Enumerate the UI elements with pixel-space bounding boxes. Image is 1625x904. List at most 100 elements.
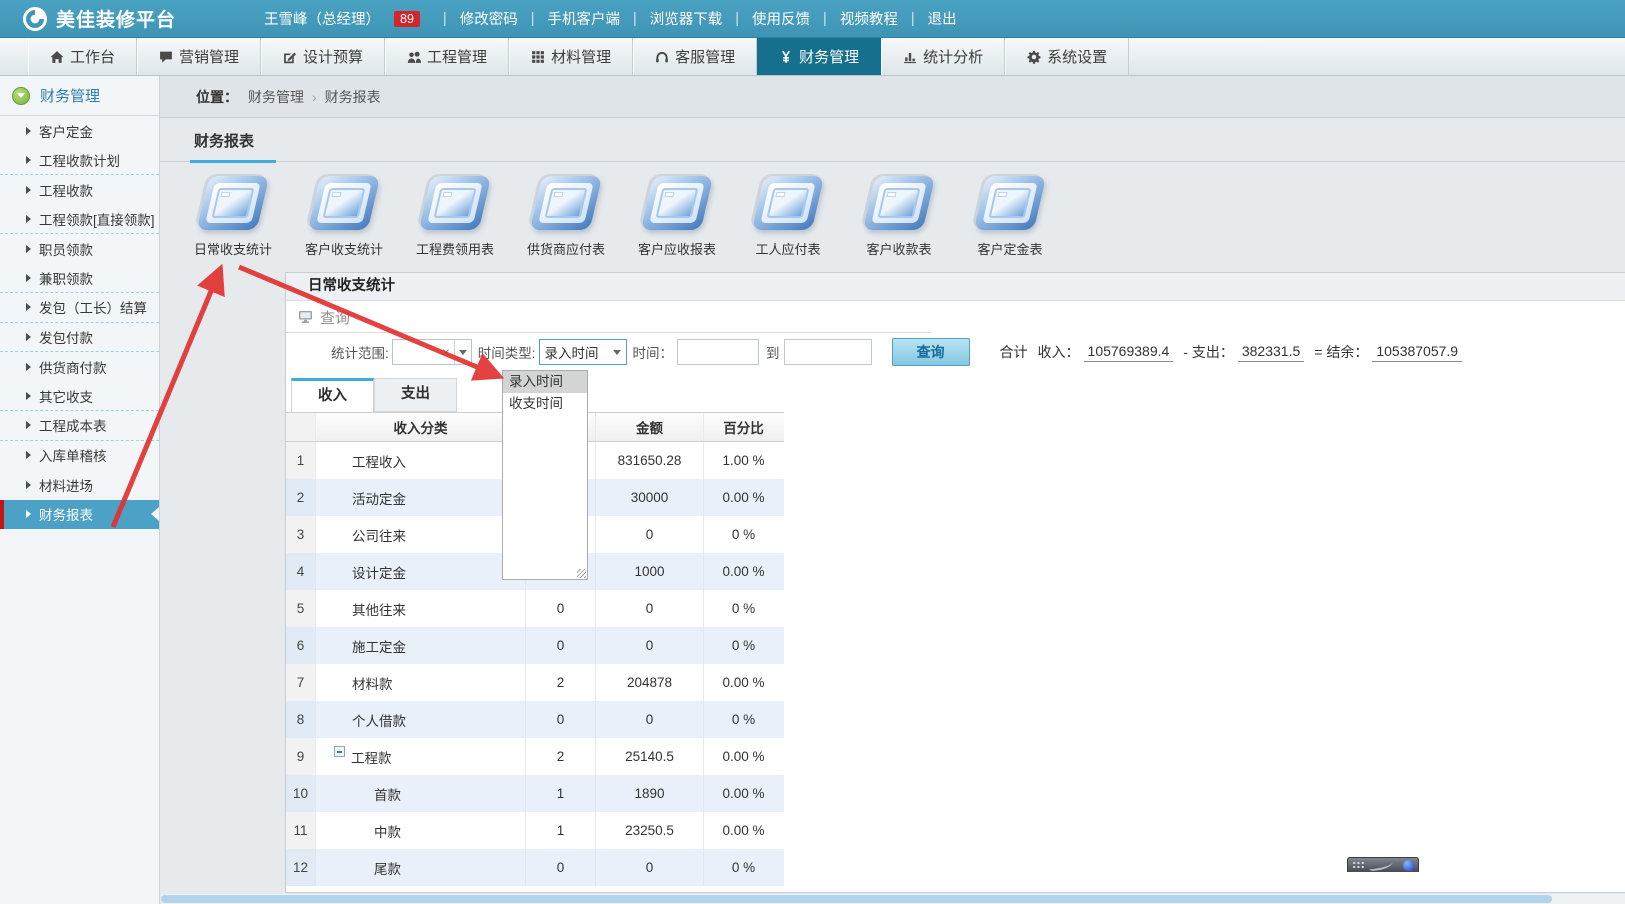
caret-right-icon xyxy=(26,127,31,135)
grid-icon xyxy=(531,50,545,64)
balance-label: = 结余： xyxy=(1314,342,1368,362)
report-supplier-payable[interactable]: 供货商应付表 xyxy=(521,176,611,258)
gear-icon xyxy=(1027,50,1041,64)
link-change-password[interactable]: 修改密码 xyxy=(460,8,518,29)
tab-design-budget[interactable]: 设计预算 xyxy=(261,38,385,75)
link-video-tutorial[interactable]: 视频教程 xyxy=(840,8,898,29)
to-label: 到 xyxy=(766,342,780,362)
sidebar-item-cost-table[interactable]: 工程成本表 xyxy=(0,411,159,441)
sidebar-item-finance-report[interactable]: 财务报表 xyxy=(0,500,159,530)
collapse-circle-icon xyxy=(12,87,30,105)
time-from-input[interactable] xyxy=(677,339,759,365)
sidebar-item-material-entry[interactable]: 材料进场 xyxy=(0,470,159,500)
notification-badge[interactable]: 89 xyxy=(394,11,420,27)
link-mobile-client[interactable]: 手机客户端 xyxy=(547,8,620,29)
tab-label: 系统设置 xyxy=(1047,46,1107,67)
report-customer-inout[interactable]: 客户收支统计 xyxy=(299,176,389,258)
table-row[interactable]: 8个人借款000 % xyxy=(286,701,784,738)
resize-handle[interactable] xyxy=(577,569,586,578)
link-divider: | xyxy=(735,11,739,27)
report-worker-payable[interactable]: 工人应付表 xyxy=(743,176,833,258)
table-row[interactable]: 11中款123250.50.00 % xyxy=(286,812,784,849)
breadcrumb: 位置： 财务管理 › 财务报表 xyxy=(160,76,1625,118)
dropdown-caret[interactable] xyxy=(454,340,471,364)
collapse-minus-icon[interactable] xyxy=(334,746,345,757)
brand-title: 美佳装修平台 xyxy=(56,5,176,32)
category-label: 工程款 xyxy=(351,747,392,767)
income-label: 收入： xyxy=(1038,342,1080,362)
link-logout[interactable]: 退出 xyxy=(928,8,957,29)
caret-right-icon xyxy=(26,451,31,459)
option-inout-time[interactable]: 收支时间 xyxy=(503,393,587,415)
report-icon xyxy=(863,176,935,230)
scope-combobox[interactable]: × xyxy=(392,339,472,365)
table-row[interactable]: 5其他往来000 % xyxy=(286,590,784,627)
swoosh-icon xyxy=(1369,859,1394,871)
link-feedback[interactable]: 使用反馈 xyxy=(752,8,810,29)
query-button[interactable]: 查询 xyxy=(892,338,970,366)
tab-statistics[interactable]: 统计分析 xyxy=(881,38,1005,75)
floating-toolbar[interactable] xyxy=(1347,857,1419,872)
yen-icon xyxy=(779,50,793,64)
report-customer-receivable[interactable]: 客户应收报表 xyxy=(632,176,722,258)
dropdown-caret[interactable] xyxy=(609,340,626,364)
sidebar-item-staff-draw[interactable]: 职员领款 xyxy=(0,234,159,264)
sidebar-item-label: 工程收款计划 xyxy=(39,150,120,170)
tab-finance[interactable]: 财务管理 xyxy=(757,38,881,75)
tab-customer-service[interactable]: 客服管理 xyxy=(633,38,757,75)
sidebar-item-customer-deposit[interactable]: 客户定金 xyxy=(0,116,159,146)
breadcrumb-finance[interactable]: 财务管理 xyxy=(248,87,304,107)
grid-dots-icon xyxy=(1352,861,1365,869)
report-label: 工人应付表 xyxy=(743,239,833,258)
headset-icon xyxy=(655,50,669,64)
report-project-fee[interactable]: 工程费领用表 xyxy=(410,176,500,258)
scrollbar-thumb[interactable] xyxy=(161,895,1552,903)
sidebar-item-label: 材料进场 xyxy=(39,475,93,495)
tab-marketing[interactable]: 营销管理 xyxy=(137,38,261,75)
table-row[interactable]: 6施工定金000 % xyxy=(286,627,784,664)
table-row[interactable]: 10首款118900.00 % xyxy=(286,775,784,812)
caret-right-icon xyxy=(26,481,31,489)
link-browser-download[interactable]: 浏览器下载 xyxy=(650,8,723,29)
time-to-input[interactable] xyxy=(784,339,872,365)
sidebar-item-other-inout[interactable]: 其它收支 xyxy=(0,382,159,412)
tab-materials[interactable]: 材料管理 xyxy=(509,38,633,75)
sidebar-item-contract-payment[interactable]: 发包付款 xyxy=(0,323,159,353)
tab-project[interactable]: 工程管理 xyxy=(385,38,509,75)
table-row[interactable]: 7材料款22048780.00 % xyxy=(286,664,784,701)
sidebar-item-project-receipt[interactable]: 工程收款 xyxy=(0,175,159,205)
time-type-dropdown: 录入时间 收支时间 xyxy=(502,370,588,580)
clear-icon[interactable]: × xyxy=(438,345,454,360)
tab-workbench[interactable]: 工作台 xyxy=(28,38,137,75)
tab-settings[interactable]: 系统设置 xyxy=(1005,38,1129,75)
sidebar-item-inbound-audit[interactable]: 入库单稽核 xyxy=(0,441,159,471)
link-divider: | xyxy=(443,11,447,27)
caret-right-icon xyxy=(26,421,31,429)
report-daily-inout[interactable]: 日常收支统计 xyxy=(188,176,278,258)
report-customer-deposit[interactable]: 客户定金表 xyxy=(965,176,1055,258)
caret-right-icon xyxy=(26,303,31,311)
sidebar-group-finance[interactable]: 财务管理 xyxy=(0,76,159,116)
sidebar-item-receipt-plan[interactable]: 工程收款计划 xyxy=(0,146,159,176)
sidebar-item-supplier-payment[interactable]: 供货商付款 xyxy=(0,352,159,382)
table-row[interactable]: 9工程款225140.50.00 % xyxy=(286,738,784,775)
tab-finance-report[interactable]: 财务报表 xyxy=(194,130,254,151)
table-row[interactable]: 12尾款000 % xyxy=(286,849,784,886)
tab-income[interactable]: 收入 xyxy=(291,378,374,412)
option-entry-time[interactable]: 录入时间 xyxy=(503,371,587,393)
report-label: 供货商应付表 xyxy=(521,239,611,258)
time-type-label: 时间类型: xyxy=(478,342,536,362)
tab-expense[interactable]: 支出 xyxy=(374,378,457,412)
sidebar-item-label: 入库单稽核 xyxy=(39,445,107,465)
caret-right-icon xyxy=(26,510,31,518)
sidebar-item-project-draw[interactable]: 工程领款[直接领款] xyxy=(0,205,159,235)
report-label: 日常收支统计 xyxy=(188,239,278,258)
report-customer-receipt[interactable]: 客户收款表 xyxy=(854,176,944,258)
caret-right-icon xyxy=(26,363,31,371)
sidebar-item-parttime-draw[interactable]: 兼职领款 xyxy=(0,264,159,294)
header-percent: 百分比 xyxy=(704,413,783,441)
breadcrumb-report[interactable]: 财务报表 xyxy=(325,87,381,107)
time-type-combobox[interactable]: 录入时间 xyxy=(539,339,627,365)
sidebar-item-foreman-settle[interactable]: 发包（工长）结算 xyxy=(0,293,159,323)
header-category: 收入分类 xyxy=(316,413,526,441)
